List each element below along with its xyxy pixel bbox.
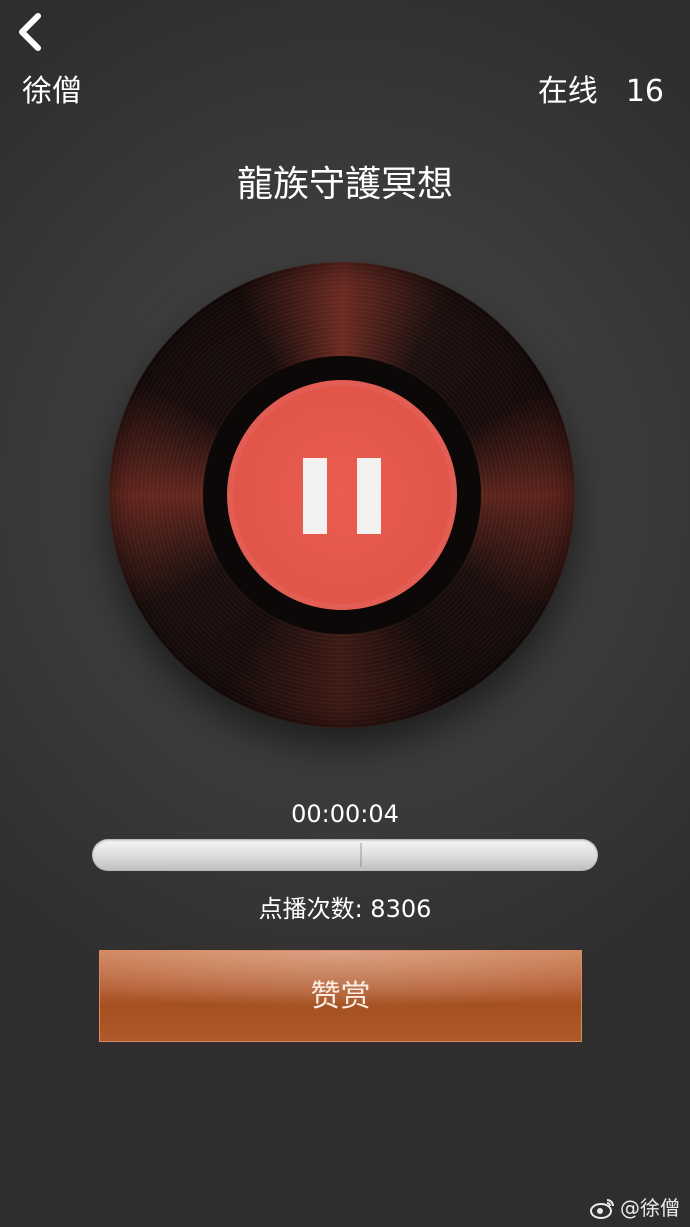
pause-button[interactable] bbox=[227, 380, 457, 610]
reward-button[interactable]: 赞赏 bbox=[99, 950, 582, 1042]
progress-fill bbox=[92, 839, 360, 871]
progress-bar[interactable] bbox=[92, 839, 598, 871]
progress-position-marker[interactable] bbox=[360, 843, 362, 867]
back-button[interactable] bbox=[14, 10, 54, 54]
watermark: @徐僧 bbox=[590, 1195, 680, 1221]
watermark-text: @徐僧 bbox=[620, 1196, 680, 1220]
online-status: 在线 16 bbox=[538, 72, 664, 112]
online-label: 在线 bbox=[537, 74, 598, 109]
play-count: 点播次数: 8306 bbox=[258, 895, 432, 923]
online-count: 16 bbox=[625, 74, 664, 109]
track-title: 龍族守護冥想 bbox=[236, 164, 453, 205]
chevron-left-icon bbox=[19, 13, 41, 51]
pause-icon bbox=[303, 458, 327, 534]
elapsed-time: 00:00:04 bbox=[291, 800, 399, 828]
pause-icon-bar bbox=[357, 458, 381, 534]
username: 徐僧 bbox=[22, 74, 82, 109]
weibo-icon bbox=[590, 1199, 614, 1219]
